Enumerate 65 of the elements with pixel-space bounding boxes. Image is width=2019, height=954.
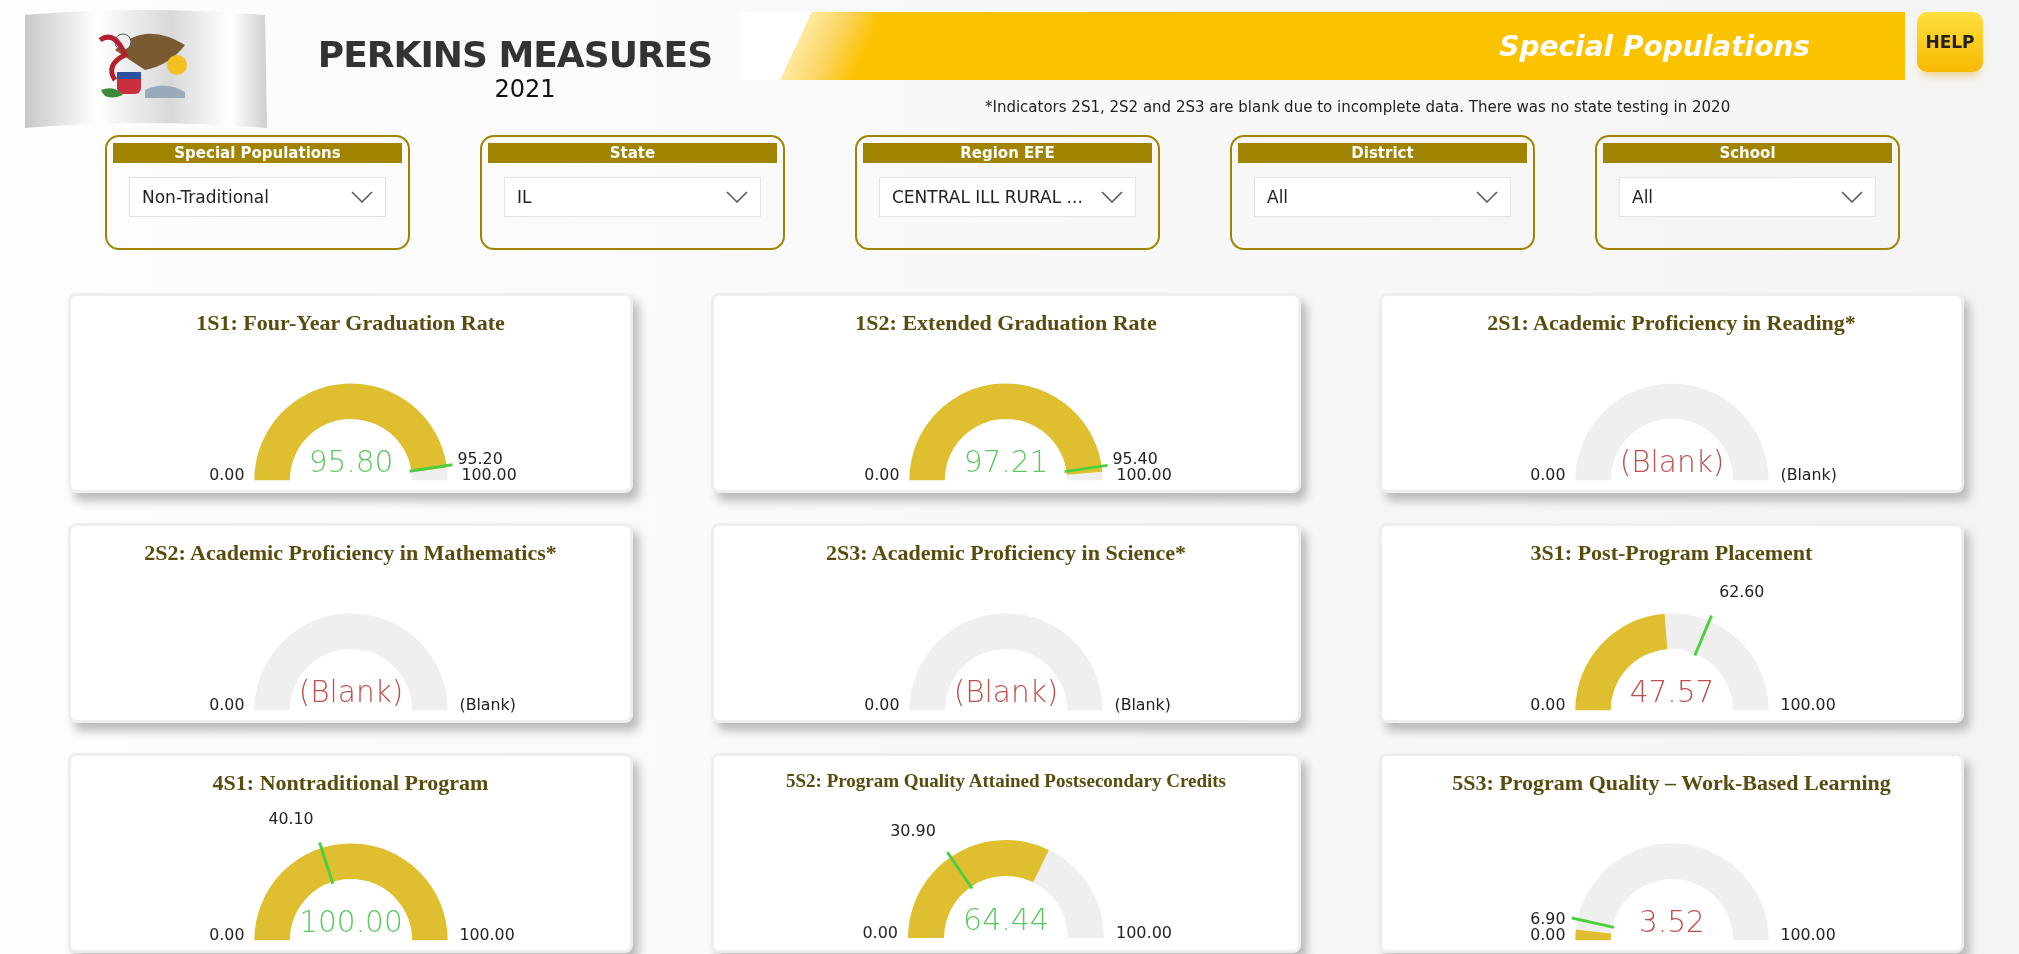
card-title: 2S1: Academic Proficiency in Reading* [1487,310,1856,336]
min-label: 0.00 [862,923,898,942]
filter-label: State [488,143,777,163]
gauge-value: 97.21 [963,445,1049,480]
target-marker [1064,463,1108,474]
target-marker [1692,614,1713,657]
gauge-value: (Blank) [298,675,403,710]
gauge-value: 100.00 [298,905,403,940]
filter-label: District [1238,143,1527,163]
gauge-value: 3.52 [1638,905,1705,940]
gauge-track [1066,471,1103,481]
max-label: 100.00 [1780,695,1836,715]
chevron-down-icon [1841,191,1863,203]
help-button[interactable]: HELP [1917,12,1983,72]
gauge-value: (Blank) [953,675,1059,710]
max-label: (Blank) [1114,695,1171,715]
chevron-down-icon [1101,191,1123,203]
gauge-track [411,467,448,481]
filter-dropdown[interactable]: All [1254,177,1511,217]
gauge-fill [1574,929,1611,941]
gauge-value: 95.80 [308,445,393,480]
chevron-down-icon [1476,191,1498,203]
target-label: 40.10 [267,808,314,828]
target-marker [408,463,453,473]
min-label: 0.00 [1529,695,1565,715]
card-title: 1S2: Extended Graduation Rate [855,310,1157,336]
target-label: 62.60 [1718,582,1764,602]
target-marker [1570,916,1614,929]
filter-dropdown[interactable]: IL [504,177,761,217]
chevron-down-icon [351,191,373,203]
min-label: 0.00 [864,465,900,485]
year-label: 2021 [494,75,556,103]
max-label: (Blank) [459,695,516,715]
min-label: 0.00 [208,465,244,485]
gauge-value: 47.57 [1629,675,1714,710]
filter-dropdown[interactable]: All [1619,177,1876,217]
min-label: 0.00 [1529,465,1565,485]
data-note: *Indicators 2S1, 2S2 and 2S3 are blank due to incomplete data. There was no state testing in 2020 [985,98,1732,116]
filter-label: School [1603,143,1892,163]
card-title: 4S1: Nontraditional Program [212,770,489,796]
target-label: 30.90 [890,820,936,840]
min-label: 0.00 [864,695,900,715]
card-title: 5S3: Program Quality – Work-Based Learning [1452,770,1891,796]
target-marker [946,851,974,890]
chevron-down-icon [726,191,748,203]
filter-dropdown[interactable]: CENTRAL ILL RURAL ... [879,177,1136,217]
min-label: 0.00 [208,925,244,945]
gauge-value: (Blank) [1619,445,1724,480]
card-title: 2S3: Academic Proficiency in Science* [825,540,1187,566]
dashboard-title: PERKINS MEASURES [317,34,713,75]
filter-label: Special Populations [113,143,402,163]
target-marker [317,842,334,885]
max-label: (Blank) [1780,465,1837,485]
card-title: 1S1: Four-Year Graduation Rate [196,310,505,336]
card-title: 2S2: Academic Proficiency in Mathematics* [144,540,557,566]
max-label: 100.00 [459,925,515,945]
max-label: 100.00 [1116,923,1172,942]
max-label: 100.00 [1780,925,1836,945]
min-label: 0.00 [208,695,244,715]
card-title: 5S2: Program Quality Attained Postsecondary Credits [786,770,1226,792]
gauge-value: 64.44 [963,902,1049,937]
section-banner: Special Populations [740,12,1905,80]
card-title: 3S1: Post-Program Placement [1530,540,1813,566]
filter-dropdown[interactable]: Non-Traditional [129,177,386,217]
filter-label: Region EFE [863,143,1152,163]
